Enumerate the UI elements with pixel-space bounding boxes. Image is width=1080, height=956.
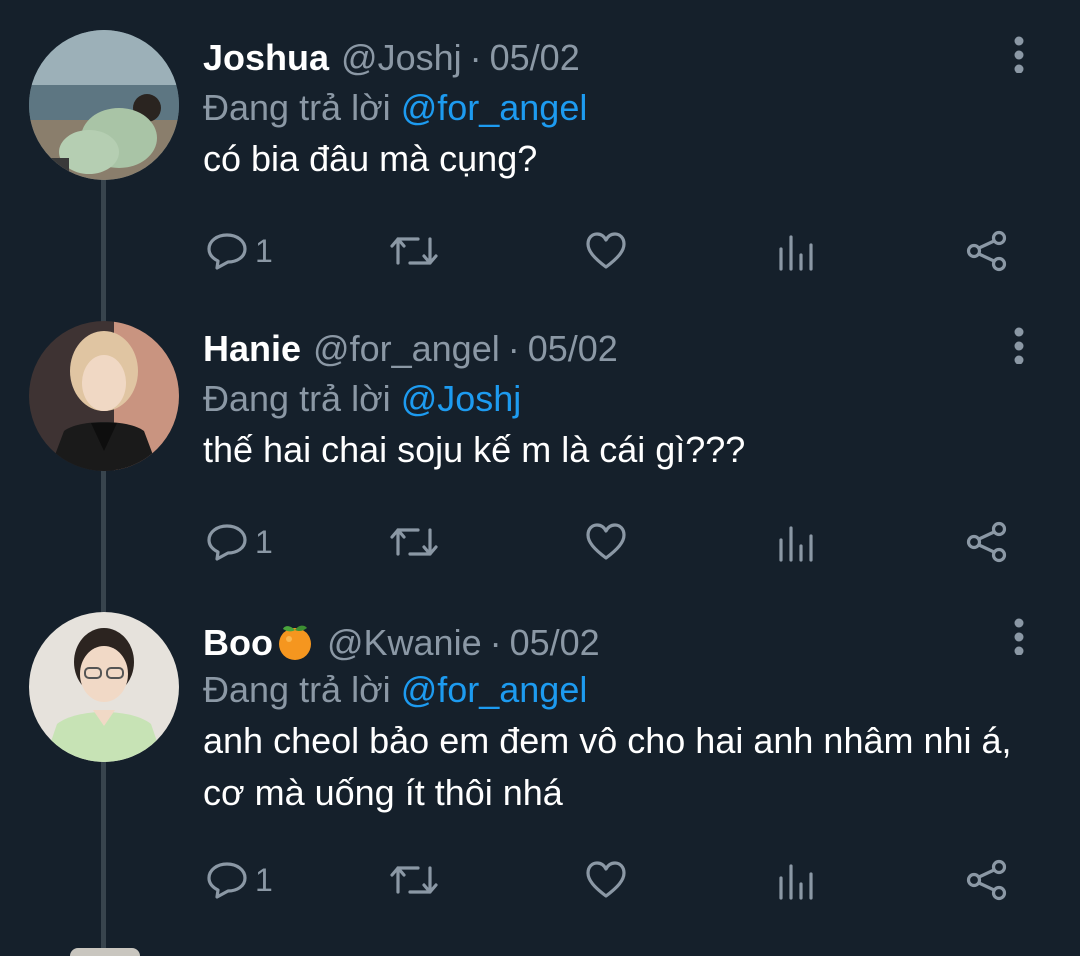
views-button[interactable] [778,517,814,567]
share-button[interactable] [965,517,1009,567]
timestamp[interactable]: 05/02 [510,618,600,668]
reply-count: 1 [255,523,273,560]
action-bar: 1 [0,855,1080,905]
timestamp[interactable]: 05/02 [490,33,580,83]
views-button[interactable] [778,855,814,905]
retweet-icon [390,237,438,265]
mention-link[interactable]: @for_angel [401,87,588,128]
share-button[interactable] [965,226,1009,276]
like-button[interactable] [584,517,628,567]
avatar[interactable] [29,321,179,471]
separator: · [489,622,502,663]
views-icon [779,526,813,562]
username[interactable]: @Kwanie [327,618,482,668]
more-vertical-icon[interactable] [1008,324,1030,365]
reply-count: 1 [255,232,273,269]
share-button[interactable] [965,855,1009,905]
replying-to: Đang trả lời @for_angel [203,665,587,715]
tweet-text: có bia đâu mà cụng? [203,138,538,179]
replying-to-label: Đang trả lời [203,669,391,710]
tweet-text: thế hai chai soju kế m là cái gì??? [203,429,746,470]
retweet-icon [390,528,438,556]
share-icon [966,521,1007,563]
tweet-header: Joshua @Joshj · 05/02 [203,33,580,83]
avatar[interactable] [29,612,179,762]
display-name[interactable]: Hanie [203,324,301,374]
views-icon [779,864,813,900]
views-button[interactable] [778,226,814,276]
more-vertical-icon[interactable] [1008,615,1030,656]
reply-icon [207,524,247,561]
share-icon [966,230,1007,272]
views-icon [779,235,813,271]
like-icon [586,861,626,898]
reply-button[interactable]: 1 [205,517,273,567]
tweet-header: Hanie @for_angel · 05/02 [203,324,618,374]
share-icon [966,859,1007,901]
reply-icon [207,862,247,899]
retweet-button[interactable] [386,855,442,905]
next-avatar-edge[interactable] [70,948,140,956]
more-vertical-icon[interactable] [1008,33,1030,74]
replying-to-label: Đang trả lời [203,378,391,419]
like-icon [586,232,626,269]
like-icon [586,523,626,560]
display-name[interactable]: Boo [203,618,273,668]
replying-to-label: Đang trả lời [203,87,391,128]
avatar[interactable] [29,30,179,180]
username[interactable]: @for_angel [313,324,500,374]
reply-icon [207,233,247,270]
separator: · [507,328,520,369]
retweet-button[interactable] [386,517,442,567]
action-bar: 1 [0,517,1080,567]
display-name[interactable]: Joshua [203,33,329,83]
reply-button[interactable]: 1 [205,855,273,905]
tweet-text: anh cheol bảo em đem vô cho hai anh nhâm… [203,720,1012,813]
tangerine-emoji-icon [275,621,315,661]
retweet-button[interactable] [386,226,442,276]
reply-count: 1 [255,861,273,898]
mention-link[interactable]: @for_angel [401,669,588,710]
timestamp[interactable]: 05/02 [528,324,618,374]
retweet-icon [390,866,438,894]
username[interactable]: @Joshj [341,33,462,83]
separator: · [469,37,482,78]
reply-button[interactable]: 1 [205,226,273,276]
replying-to: Đang trả lời @for_angel [203,83,587,133]
replying-to: Đang trả lời @Joshj [203,374,521,424]
action-bar: 1 [0,226,1080,276]
tweet-header: Boo @Kwanie · 05/02 [203,615,600,665]
like-button[interactable] [584,226,628,276]
reply-thread: Joshua @Joshj · 05/02 Đang trả lời @for_a… [0,0,1080,956]
like-button[interactable] [584,855,628,905]
mention-link[interactable]: @Joshj [401,378,522,419]
